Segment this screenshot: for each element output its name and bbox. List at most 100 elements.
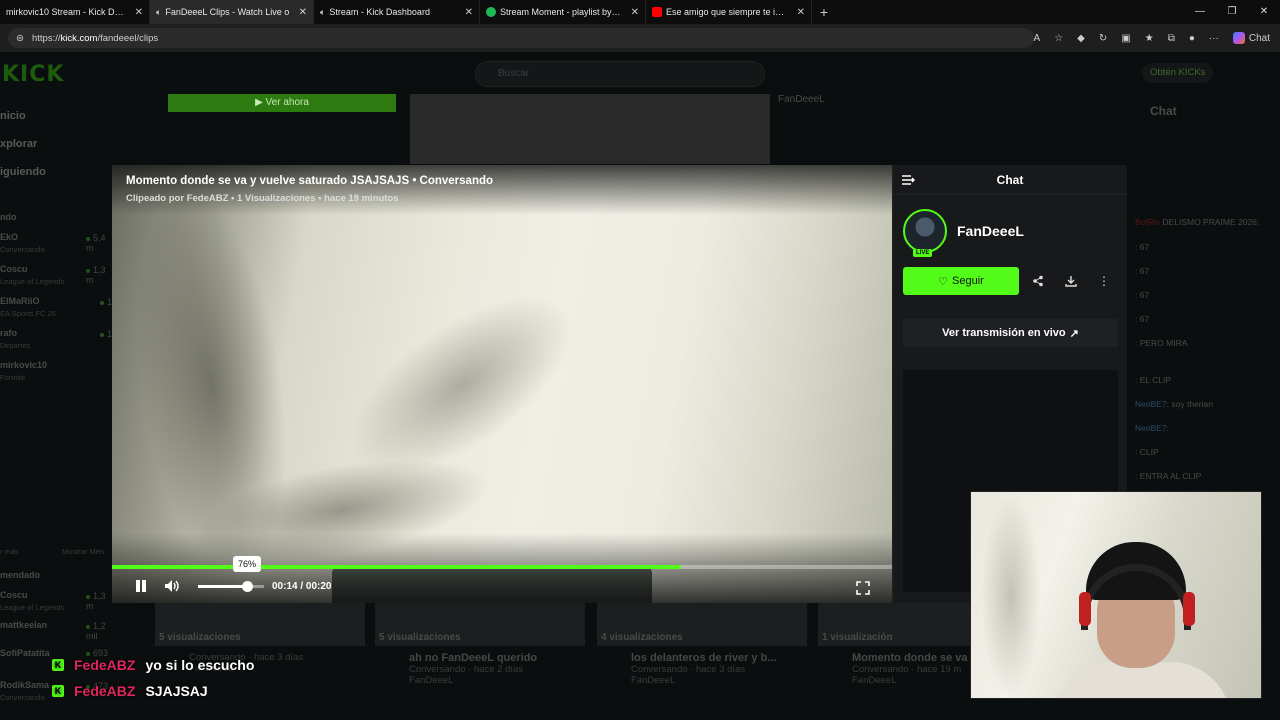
- chat-message: : 67: [1135, 242, 1150, 252]
- chat-message: BotRix DELISMO PRAIME 2026:: [1135, 217, 1260, 227]
- profile-icon[interactable]: ●: [1189, 33, 1195, 44]
- speaker-icon[interactable]: 🔈︎: [320, 7, 325, 18]
- close-icon[interactable]: ✕: [797, 7, 805, 18]
- browser-tab-4[interactable]: Stream Moment - playlist by FanD ✕: [480, 0, 646, 24]
- more-icon[interactable]: ···: [1209, 33, 1219, 44]
- chat-message: : 67: [1135, 290, 1150, 300]
- copilot-icon: [1232, 32, 1245, 44]
- clip-meta: Conversando · hace 2 días: [409, 664, 524, 675]
- channel-item[interactable]: mattkeelan: [0, 620, 47, 630]
- follow-button[interactable]: ♡ Seguir: [903, 267, 1019, 295]
- browser-tab-5[interactable]: Ese amigo que siempre te incluye ✕: [646, 0, 812, 24]
- clip-author: FanDeeeL: [409, 675, 454, 686]
- more-options-icon[interactable]: ⋮: [1091, 267, 1117, 295]
- live-badge: LIVE: [913, 249, 933, 257]
- show-more-link[interactable]: r más: [0, 547, 19, 556]
- channel-item[interactable]: rafo: [0, 328, 17, 338]
- follow-label: Seguir: [952, 275, 984, 287]
- chat-message: : ENTRA AL CLIP: [1135, 471, 1202, 481]
- clip-card[interactable]: 5 visualizaciones ah no FanDeeeL querido…: [375, 600, 585, 686]
- download-icon[interactable]: [1058, 267, 1084, 295]
- clip-card[interactable]: 4 visualizaciones los delanteros de rive…: [597, 600, 807, 686]
- overlay-chat-user: FedeABZ: [74, 683, 136, 699]
- sidebar-item-inicio[interactable]: nicio: [0, 110, 26, 122]
- extension-icon[interactable]: ◆: [1077, 33, 1085, 44]
- clip-author: FanDeeeL: [631, 675, 676, 686]
- refresh-icon[interactable]: ↻: [1099, 33, 1107, 44]
- channel-category: Conversando: [0, 245, 45, 254]
- pause-icon[interactable]: [134, 579, 148, 593]
- new-tab-button[interactable]: +: [812, 4, 836, 20]
- channel-info: LIVE FanDeeeL: [903, 209, 1024, 257]
- get-kicks-button[interactable]: Obtén KICKs: [1142, 63, 1214, 83]
- background-channel-name: FanDeeeL: [778, 94, 825, 105]
- browser-tab-3[interactable]: K 🔈︎ Stream - Kick Dashboard ✕: [314, 0, 480, 24]
- clip-meta: Clipeado por FedeABZ • 1 Visualizaciones…: [126, 193, 399, 204]
- video-progress-bar[interactable]: [112, 565, 892, 569]
- background-stream-preview: [410, 94, 770, 164]
- maximize-button[interactable]: ❐: [1216, 0, 1248, 24]
- tab-title: mirkovic10 Stream - Kick Dashboar: [6, 7, 127, 17]
- channel-category: League of Legends: [0, 603, 65, 612]
- search-input[interactable]: Buscar: [475, 61, 765, 87]
- split-screen-icon[interactable]: ▣: [1121, 33, 1130, 44]
- sidebar-item-explorar[interactable]: xplorar: [0, 138, 37, 150]
- show-less-link[interactable]: Mostrar Men: [62, 547, 104, 556]
- site-info-icon[interactable]: ⊜: [16, 33, 24, 44]
- clip-thumbnail[interactable]: 5 visualizaciones: [155, 600, 365, 646]
- favorites-icon[interactable]: ★: [1145, 33, 1154, 44]
- share-icon[interactable]: [1025, 267, 1051, 295]
- kick-badge-icon: K: [52, 659, 64, 671]
- watch-live-button[interactable]: Ver transmisión en vivo ↗: [903, 319, 1118, 347]
- clip-title: los delanteros de river y b...: [631, 652, 777, 664]
- viewer-count: 1,3 m: [86, 265, 115, 285]
- close-icon[interactable]: ✕: [631, 7, 639, 18]
- volume-slider-handle[interactable]: [242, 581, 253, 592]
- close-icon[interactable]: ✕: [465, 7, 473, 18]
- copilot-button[interactable]: Chat: [1232, 32, 1270, 44]
- browser-tab-2[interactable]: K 🔈︎ FanDeeeL Clips - Watch Live o ✕: [150, 0, 314, 24]
- time-display: 00:14 / 00:20: [272, 581, 332, 592]
- collections-icon[interactable]: ⧉: [1168, 33, 1175, 44]
- sidebar-section-live: ndo: [0, 212, 17, 222]
- channel-category: EA Sports FC 26: [0, 309, 56, 318]
- browser-tab-1[interactable]: mirkovic10 Stream - Kick Dashboar ✕: [0, 0, 150, 24]
- video-player[interactable]: Momento donde se va y vuelve saturado JS…: [112, 165, 892, 603]
- kick-logo[interactable]: KICK: [2, 62, 64, 87]
- volume-tooltip: 76%: [233, 556, 261, 572]
- fullscreen-icon[interactable]: [856, 581, 870, 595]
- tab-title: FanDeeeL Clips - Watch Live o: [165, 7, 290, 17]
- overlay-chat-message: K FedeABZ SJAJSAJ: [52, 683, 208, 699]
- volume-fill: [198, 585, 249, 588]
- minimize-button[interactable]: —: [1184, 0, 1216, 24]
- close-icon[interactable]: ✕: [135, 7, 143, 18]
- collapse-chat-icon[interactable]: [901, 173, 915, 187]
- avatar[interactable]: LIVE: [903, 209, 947, 257]
- volume-slider[interactable]: [198, 585, 264, 588]
- channel-item[interactable]: Coscu: [0, 264, 28, 274]
- read-aloud-icon[interactable]: A: [1034, 33, 1041, 44]
- channel-item[interactable]: SofiPatatita: [0, 648, 50, 658]
- sidebar-section-recommended: mendado: [0, 570, 41, 580]
- channel-name[interactable]: FanDeeeL: [957, 223, 1024, 239]
- channel-item[interactable]: EkO: [0, 232, 18, 242]
- favorite-star-icon[interactable]: ☆: [1054, 33, 1063, 44]
- sidebar-item-siguiendo[interactable]: iguiendo: [0, 166, 46, 178]
- channel-item[interactable]: Coscu: [0, 590, 28, 600]
- clip-thumbnail[interactable]: 5 visualizaciones: [375, 600, 585, 646]
- chat-message: NeoBE7: soy therian: [1135, 399, 1213, 409]
- clip-thumbnail[interactable]: 4 visualizaciones: [597, 600, 807, 646]
- close-window-button[interactable]: ✕: [1248, 0, 1280, 24]
- channel-category: League of Legends: [0, 277, 65, 286]
- url-field[interactable]: ⊜ https://kick.com/fandeeel/clips: [8, 28, 1034, 48]
- chat-message: : CLIP: [1135, 447, 1159, 457]
- channel-item[interactable]: mirkovic10: [0, 360, 47, 370]
- speaker-icon[interactable]: 🔈︎: [156, 7, 161, 18]
- close-icon[interactable]: ✕: [299, 7, 307, 18]
- watch-now-button[interactable]: ▶ Ver ahora: [168, 94, 396, 112]
- channel-item[interactable]: ElMaRiiO: [0, 296, 40, 306]
- clip-title: ah no FanDeeeL querido: [409, 652, 538, 664]
- volume-icon[interactable]: [164, 579, 180, 593]
- channel-item[interactable]: RodikSama: [0, 680, 49, 690]
- external-link-icon: ↗: [1069, 327, 1079, 340]
